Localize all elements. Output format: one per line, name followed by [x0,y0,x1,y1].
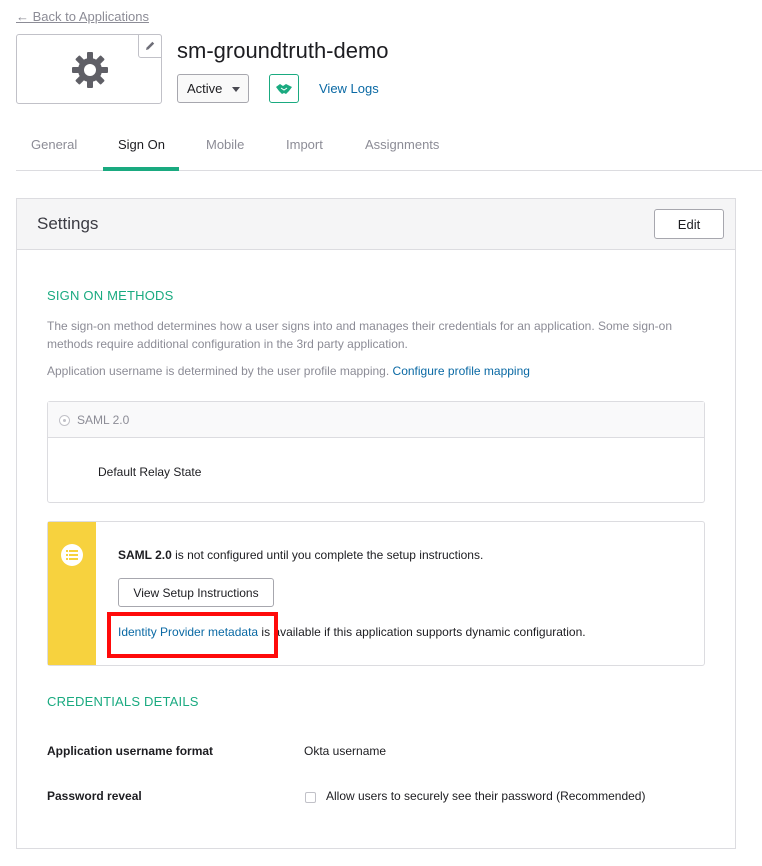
status-dropdown[interactable]: Active [177,74,249,103]
tab-mobile[interactable]: Mobile [206,137,244,152]
username-mapping-text: Application username is determined by th… [47,362,707,380]
view-logs-link[interactable]: View Logs [319,81,379,96]
back-to-applications-link[interactable]: ← Back to Applications [16,9,149,24]
chevron-down-icon [232,87,240,92]
username-format-value: Okta username [304,744,387,758]
notice-message: SAML 2.0 is not configured until you com… [118,548,483,562]
edit-logo-button[interactable] [138,34,162,58]
tab-sign-on[interactable]: Sign On [118,137,165,152]
edit-button[interactable]: Edit [654,209,724,239]
status-value: Active [187,81,223,96]
app-title: sm-groundtruth-demo [177,38,389,63]
idp-metadata-text: is available if this application support… [258,625,586,639]
push-groups-button[interactable] [269,74,299,103]
notice-text: is not configured until you complete the… [171,548,484,562]
handshake-icon [276,83,292,94]
saml-method-header: SAML 2.0 [48,402,704,438]
pencil-icon [146,41,155,50]
sign-on-description: The sign-on method determines how a user… [47,319,673,351]
credentials-details-heading: CREDENTIALS DETAILS [47,694,199,709]
list-icon [61,544,83,566]
tab-bar: General Sign On Mobile Import Assignment… [16,126,762,171]
settings-panel: Settings Edit SIGN ON METHODS The sign-o… [16,198,736,849]
highlight-box [107,612,278,658]
gear-icon [72,52,108,88]
default-relay-state-label: Default Relay State [98,465,202,479]
username-format-label: Application username format [47,744,214,758]
notice-method: SAML 2.0 [118,548,172,562]
saml-radio[interactable] [59,415,70,426]
app-logo [16,34,162,104]
view-setup-instructions-button[interactable]: View Setup Instructions [118,578,274,607]
notice-stripe [48,522,96,665]
saml-method-box: SAML 2.0 Default Relay State [47,401,705,503]
password-reveal-checkbox[interactable] [305,792,316,803]
configure-profile-mapping-link[interactable]: Configure profile mapping [393,364,530,378]
saml-method-label: SAML 2.0 [77,413,130,427]
settings-header: Settings Edit [17,199,735,250]
password-reveal-label: Password reveal [47,789,142,803]
password-reveal-option: Allow users to securely see their passwo… [326,789,646,803]
username-mapping-label: Application username is determined by th… [47,364,390,378]
active-tab-indicator [103,167,179,171]
sign-on-methods-heading: SIGN ON METHODS [47,288,174,303]
tab-assignments[interactable]: Assignments [365,137,439,152]
tab-general[interactable]: General [31,137,77,152]
settings-title: Settings [37,214,99,233]
tab-import[interactable]: Import [286,137,323,152]
